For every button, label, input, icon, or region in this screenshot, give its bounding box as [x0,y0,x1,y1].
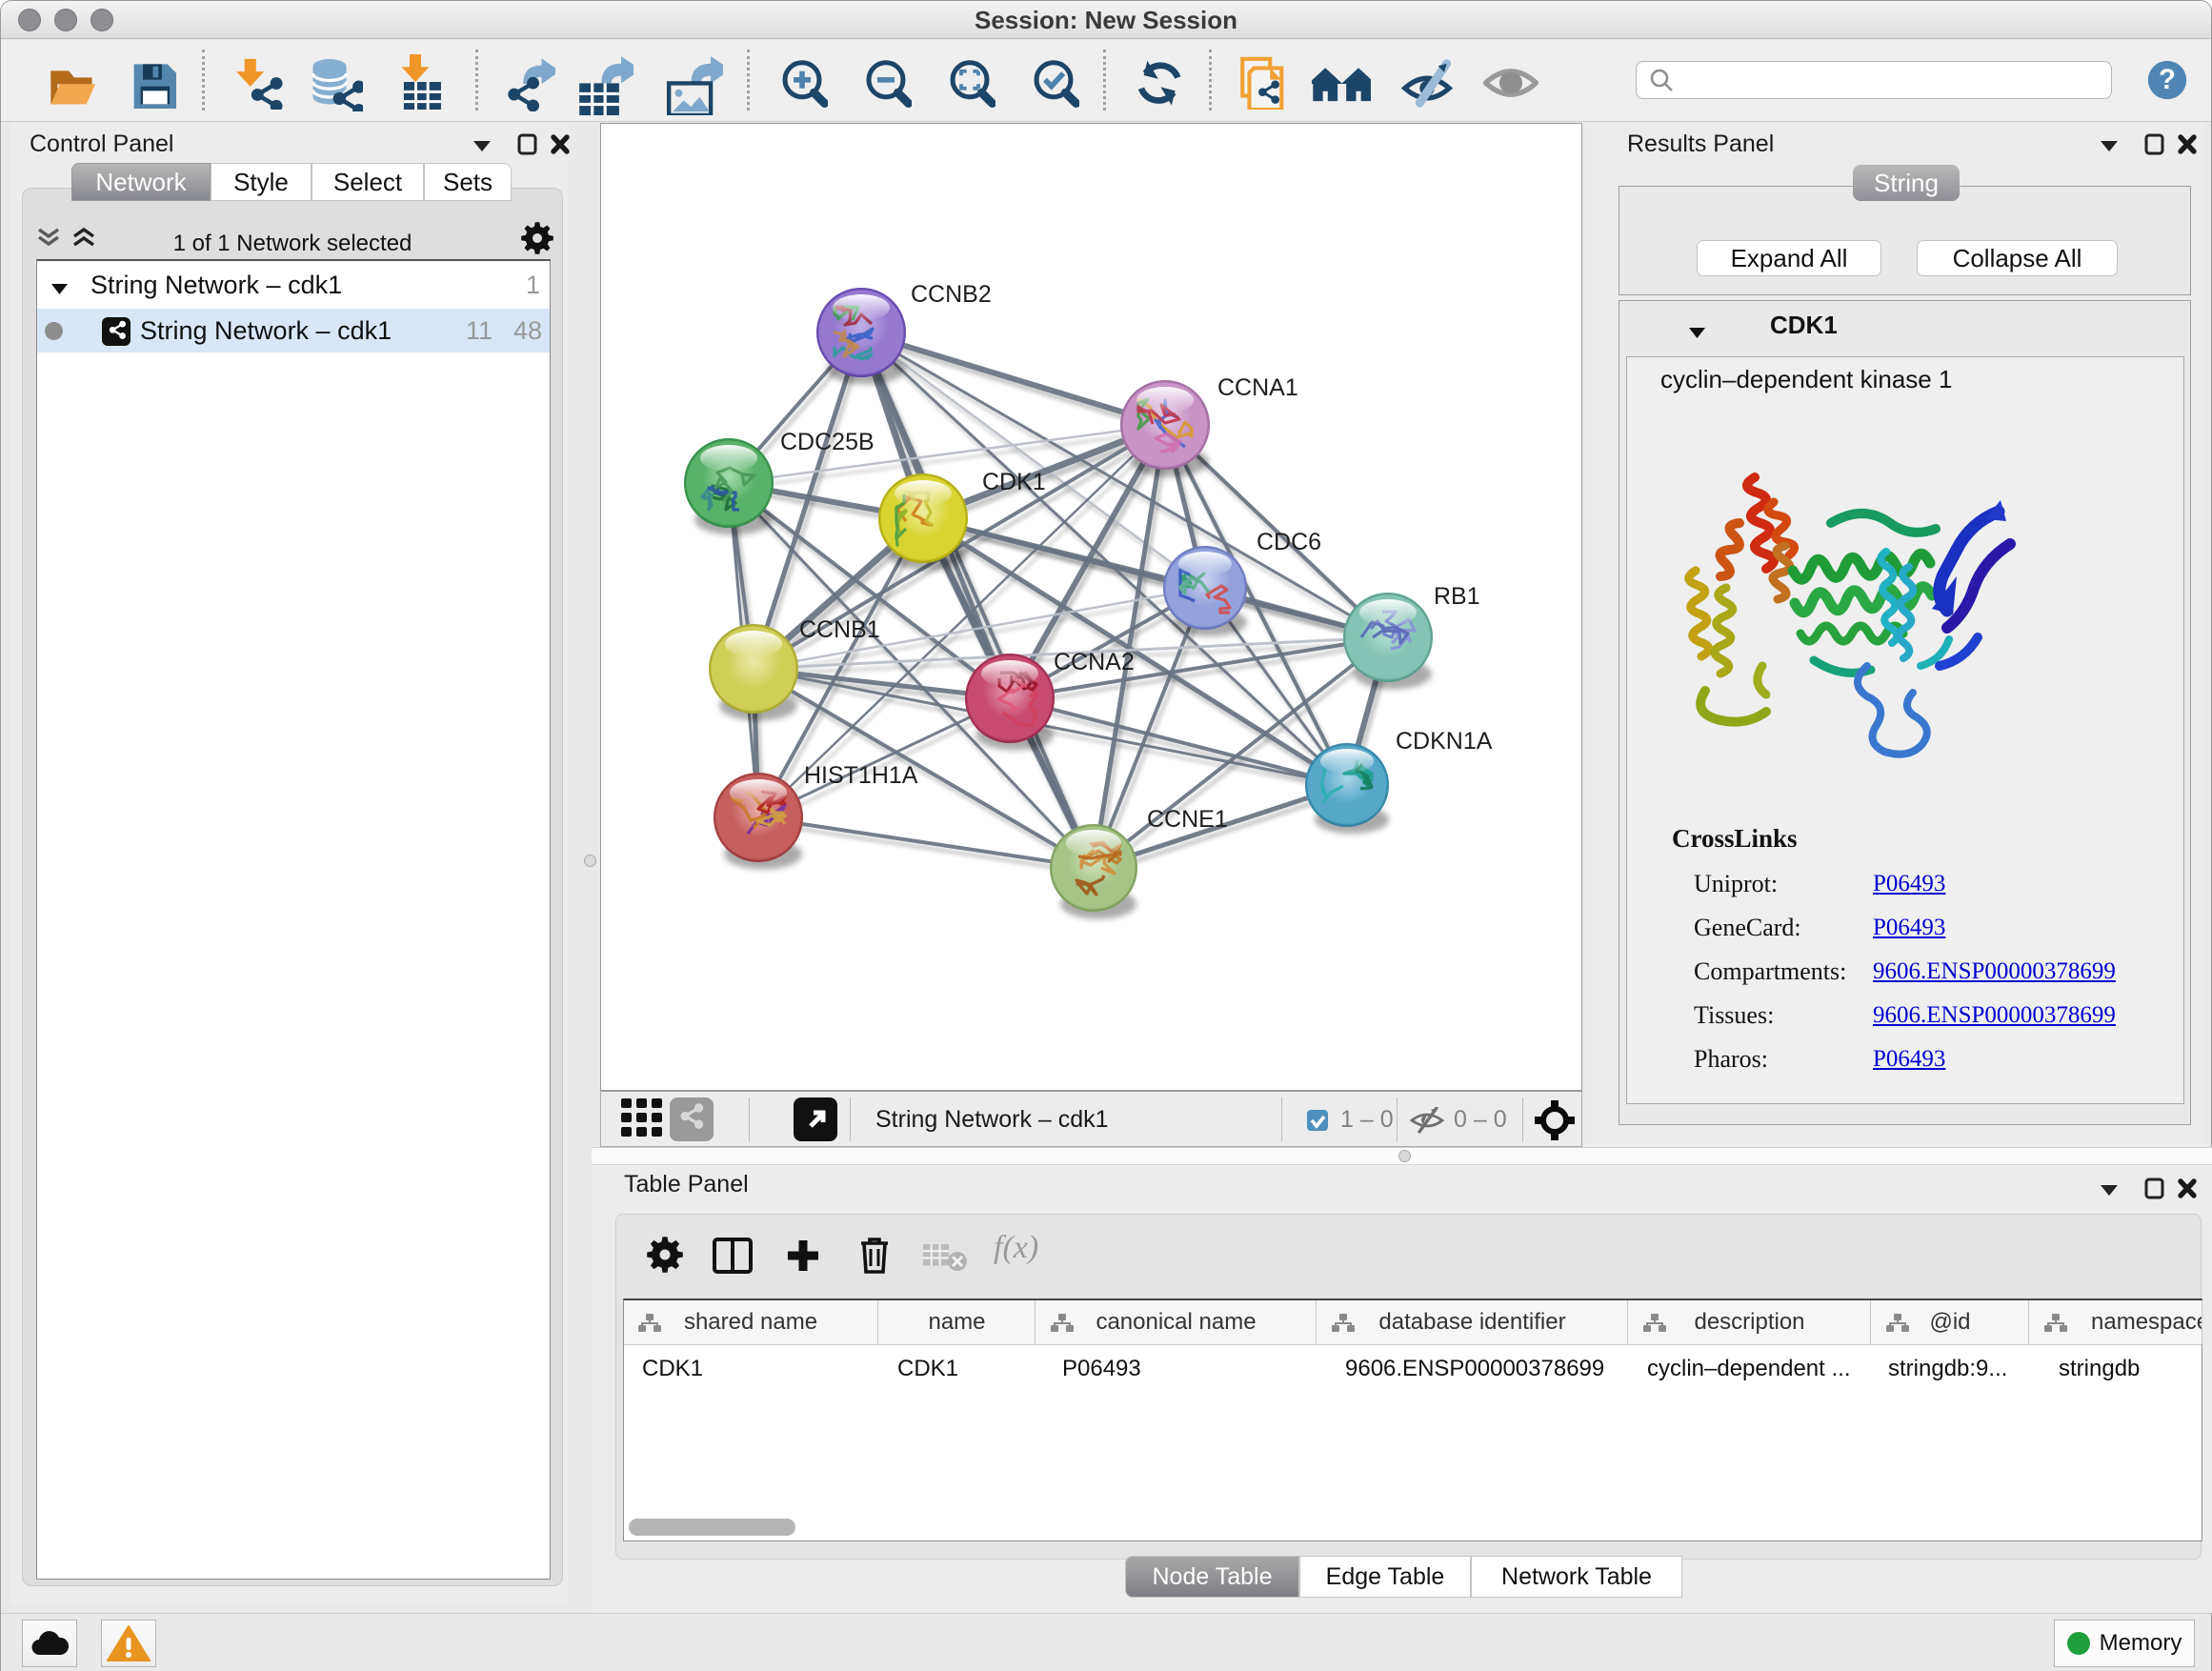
svg-text:CCNA1: CCNA1 [1217,374,1298,401]
svg-text:CDKN1A: CDKN1A [1396,728,1493,755]
svg-text:RB1: RB1 [1434,583,1480,610]
svg-text:HIST1H1A: HIST1H1A [804,762,918,789]
svg-text:CCNA2: CCNA2 [1054,649,1135,675]
svg-text:CDK1: CDK1 [982,469,1046,495]
svg-text:CCNE1: CCNE1 [1147,806,1228,833]
svg-text:?: ? [2159,64,2176,95]
svg-text:CDC6: CDC6 [1257,529,1321,555]
svg-text:CDC25B: CDC25B [780,429,875,455]
svg-text:CCNB2: CCNB2 [911,281,992,308]
svg-text:CCNB1: CCNB1 [799,616,880,643]
